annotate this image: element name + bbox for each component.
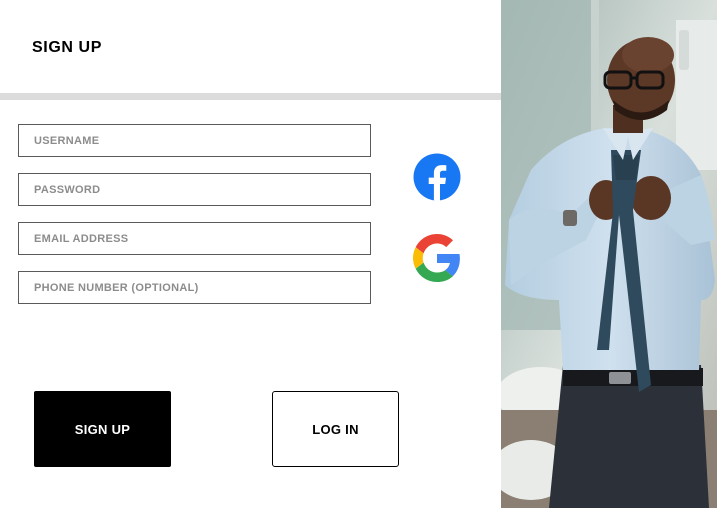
phone-field[interactable] xyxy=(18,271,371,304)
man-tying-tie-image xyxy=(501,0,717,508)
username-field[interactable] xyxy=(18,124,371,157)
password-field[interactable] xyxy=(18,173,371,206)
email-input[interactable] xyxy=(19,223,370,254)
google-login-button[interactable] xyxy=(413,234,461,282)
username-input[interactable] xyxy=(19,125,370,156)
password-input[interactable] xyxy=(19,174,370,205)
facebook-icon xyxy=(413,153,461,201)
email-field[interactable] xyxy=(18,222,371,255)
phone-input[interactable] xyxy=(19,272,370,303)
header-divider xyxy=(0,93,501,100)
signup-panel: SIGN UP SIGN UP LOG IN xyxy=(0,0,501,508)
facebook-login-button[interactable] xyxy=(413,153,461,201)
sign-up-button[interactable]: SIGN UP xyxy=(34,391,171,467)
page-title: SIGN UP xyxy=(32,39,102,56)
log-in-button[interactable]: LOG IN xyxy=(272,391,399,467)
hero-photo xyxy=(501,0,717,508)
google-icon xyxy=(413,234,460,282)
